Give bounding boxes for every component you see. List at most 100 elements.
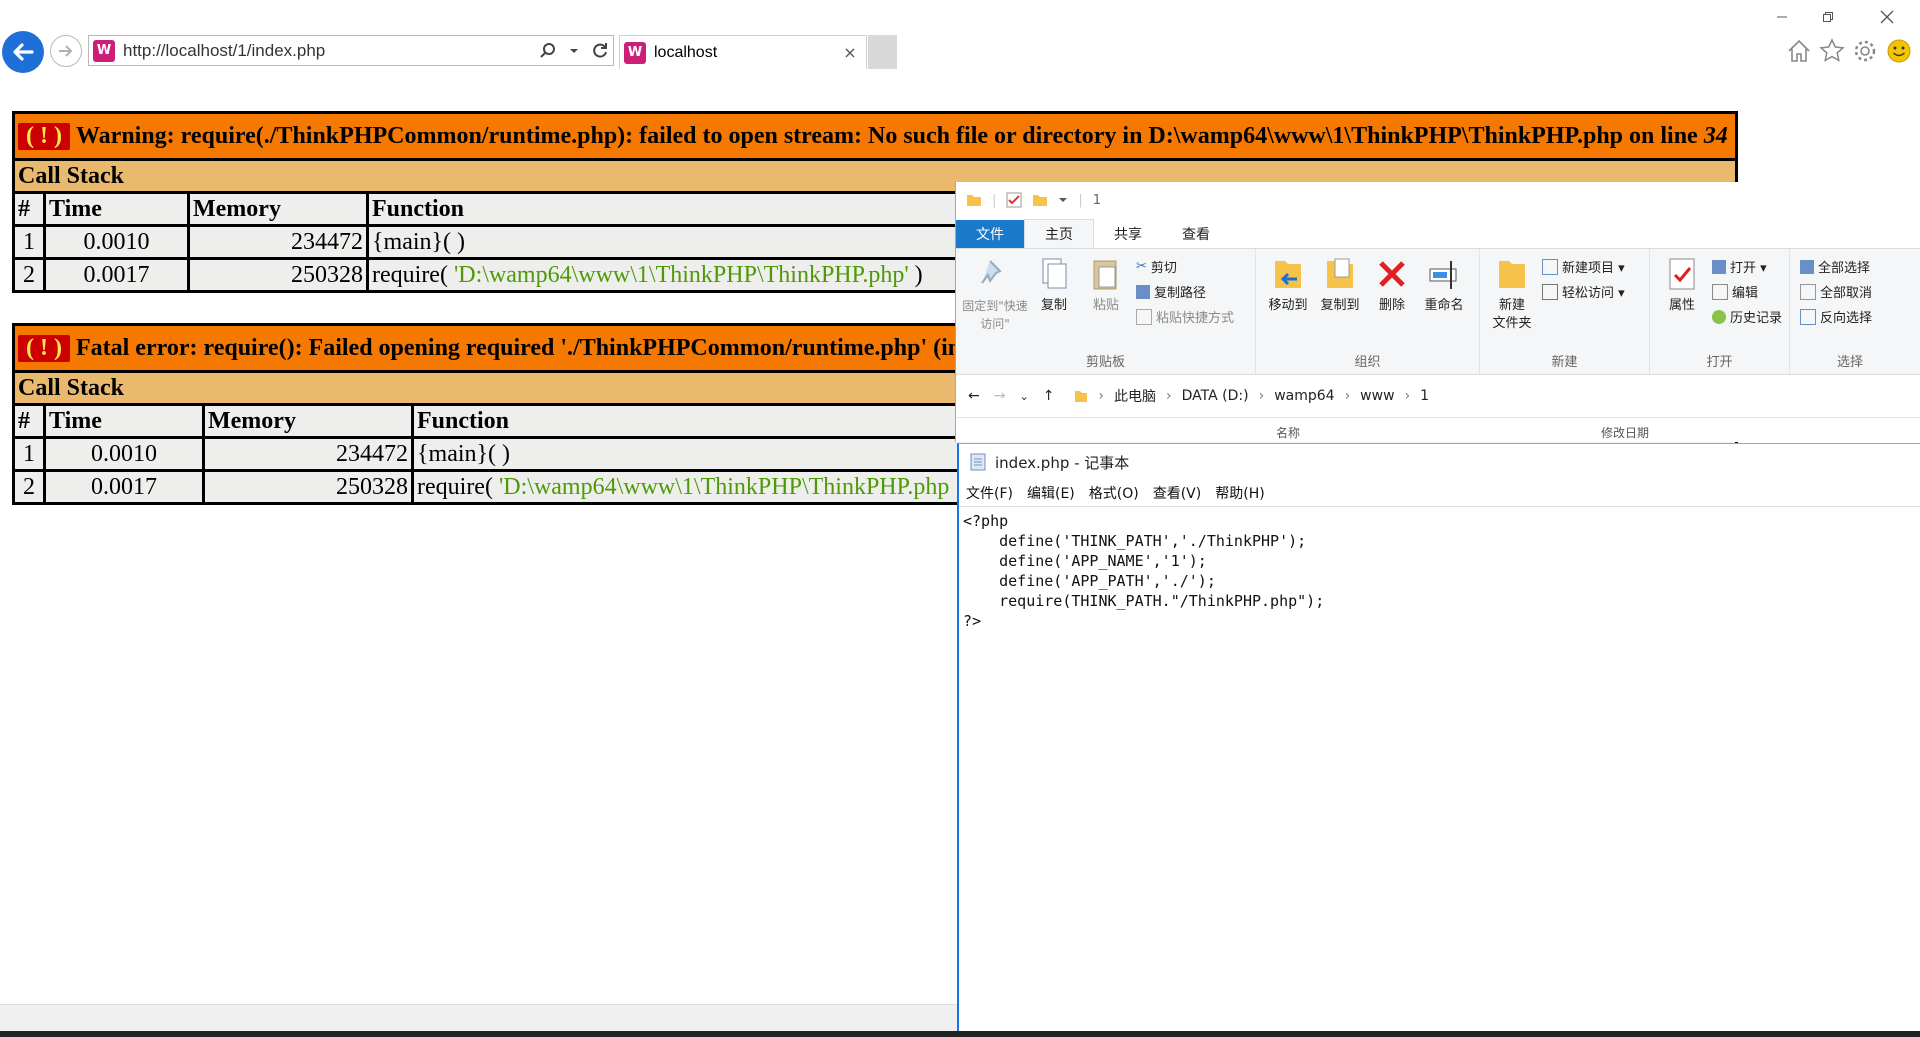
search-icon (540, 42, 555, 58)
paste-icon (1093, 260, 1117, 290)
select-none-button[interactable]: 全部取消 (1800, 282, 1872, 301)
easy-access-button[interactable]: 轻松访问 ▾ (1542, 282, 1625, 301)
paste-label: 粘贴 (1092, 298, 1119, 313)
paste-shortcut-icon (1136, 308, 1152, 325)
home-button[interactable] (1784, 36, 1814, 66)
browser-status-strip (0, 1004, 957, 1034)
feedback-button[interactable] (1884, 36, 1914, 66)
menu-help[interactable]: 帮助(H) (1208, 483, 1271, 503)
favorites-button[interactable] (1817, 36, 1847, 66)
cell-number: 2 (12, 257, 46, 293)
menu-view[interactable]: 查看(V) (1146, 483, 1209, 503)
move-to-button[interactable]: 移动到 (1262, 255, 1314, 352)
history-icon (1712, 309, 1726, 324)
up-arrow-icon[interactable]: ↑ (1043, 388, 1055, 404)
edit-label: 编辑 (1732, 286, 1759, 301)
error-bang-icon: ( ! ) (18, 122, 70, 150)
col-modified-header[interactable]: 修改日期 (1601, 424, 1649, 441)
menu-file[interactable]: 文件(F) (959, 483, 1020, 503)
notepad-text-area[interactable]: <?php define('THINK_PATH','./ThinkPHP');… (959, 507, 1920, 635)
breadcrumb-www[interactable]: www (1360, 388, 1394, 404)
copy-to-icon (1327, 258, 1353, 288)
open-group-title: 打开 (1706, 355, 1733, 370)
col-memory: Memory (187, 191, 369, 227)
cut-label: 剪切 (1150, 261, 1177, 276)
copy-button[interactable]: 复制 (1028, 255, 1080, 352)
tab-file[interactable]: 文件 (956, 220, 1024, 248)
search-dropdown[interactable] (561, 38, 587, 64)
forward-arrow-icon[interactable]: → (994, 388, 1006, 404)
new-tab-button[interactable] (868, 35, 897, 69)
invert-selection-button[interactable]: 反向选择 (1800, 307, 1872, 326)
close-window-button[interactable] (1865, 6, 1909, 28)
restore-icon (1823, 12, 1833, 22)
open-button[interactable]: 打开 ▾ (1712, 257, 1782, 276)
rename-button[interactable]: 重命名 (1418, 255, 1470, 352)
new-folder-icon[interactable] (1032, 193, 1048, 207)
copy-to-label: 复制到 (1320, 298, 1360, 313)
warning-message-row: ( ! ) Warning: require(./ThinkPHPCommon/r… (12, 111, 1738, 161)
back-arrow-icon[interactable]: ← (968, 388, 980, 404)
tab-close-button[interactable]: × (840, 43, 860, 62)
new-folder-button[interactable]: 新建 文件夹 (1486, 255, 1538, 352)
pin-quick-access-button[interactable]: 固定到"快速访问" (962, 255, 1028, 352)
copy-to-button[interactable]: 复制到 (1314, 255, 1366, 352)
explorer-address-bar: ← → ⌄ ↑ › 此电脑 › DATA (D:) › wamp64 › www… (956, 375, 1920, 417)
properties-check-icon[interactable] (1006, 192, 1022, 208)
window-title: 1 (1092, 192, 1102, 208)
col-name-header[interactable]: 名称 (1276, 424, 1300, 441)
menu-edit[interactable]: 编辑(E) (1020, 483, 1082, 503)
chevron-down-icon[interactable]: ⌄ (1019, 390, 1028, 403)
breadcrumb[interactable]: › 此电脑 › DATA (D:) › wamp64 › www › 1 (1074, 386, 1429, 406)
restore-button[interactable] (1806, 6, 1850, 28)
new-item-label: 新建项目 ▾ (1562, 261, 1625, 276)
rename-icon (1429, 261, 1457, 289)
cell-memory: 250328 (202, 469, 414, 505)
folder-icon (967, 195, 981, 206)
breadcrumb-this-pc[interactable]: 此电脑 (1114, 386, 1156, 406)
chevron-down-icon[interactable] (1058, 195, 1068, 205)
address-bar[interactable]: W http://localhost/1/index.php (88, 35, 614, 66)
select-all-button[interactable]: 全部选择 (1800, 257, 1872, 276)
scissors-icon: ✂ (1136, 259, 1147, 274)
select-group: 全部选择 全部取消 反向选择 选择 (1790, 249, 1910, 374)
breadcrumb-wamp64[interactable]: wamp64 (1274, 388, 1334, 404)
browser-tab[interactable]: W localhost × (619, 35, 867, 69)
tab-share[interactable]: 共享 (1094, 220, 1162, 248)
tab-home[interactable]: 主页 (1024, 219, 1094, 248)
address-url[interactable]: http://localhost/1/index.php (123, 41, 535, 61)
favorites-star-icon (1819, 38, 1845, 62)
settings-button[interactable] (1850, 36, 1880, 66)
copy-path-label: 复制路径 (1154, 286, 1207, 301)
search-button[interactable] (535, 38, 561, 64)
back-button[interactable] (2, 31, 44, 73)
history-label: 历史记录 (1730, 311, 1783, 326)
paste-shortcut-button[interactable]: 粘贴快捷方式 (1136, 307, 1234, 326)
menu-format[interactable]: 格式(O) (1082, 483, 1146, 503)
breadcrumb-drive[interactable]: DATA (D:) (1182, 388, 1249, 404)
edit-button[interactable]: 编辑 (1712, 282, 1782, 301)
settings-gear-icon (1854, 40, 1876, 62)
cut-button[interactable]: ✂ 剪切 (1136, 257, 1234, 276)
tab-view[interactable]: 查看 (1162, 220, 1230, 248)
function-name: require( (372, 261, 454, 288)
properties-button[interactable]: 属性 (1656, 255, 1708, 352)
new-item-button[interactable]: 新建项目 ▾ (1542, 257, 1625, 276)
history-button[interactable]: 历史记录 (1712, 307, 1782, 326)
delete-button[interactable]: 删除 (1366, 255, 1418, 352)
refresh-button[interactable] (587, 38, 613, 64)
paste-button[interactable]: 粘贴 (1080, 255, 1132, 352)
chevron-down-icon (570, 48, 578, 53)
breadcrumb-folder-1[interactable]: 1 (1420, 388, 1429, 404)
open-icon (1712, 259, 1726, 274)
forward-button[interactable] (50, 35, 82, 67)
cell-time: 0.0010 (43, 224, 190, 260)
function-argument: 'D:\wamp64\www\1\ThinkPHP\ThinkPHP.php' (453, 261, 909, 288)
refresh-icon (593, 42, 607, 58)
pin-icon (981, 260, 1002, 284)
open-group: 属性 打开 ▾ 编辑 历史记录 打开 (1650, 249, 1790, 374)
select-group-title: 选择 (1836, 355, 1863, 370)
minimize-button[interactable] (1760, 6, 1804, 28)
fatal-message: Fatal error: require(): Failed opening r… (75, 334, 962, 361)
copy-path-button[interactable]: 复制路径 (1136, 282, 1234, 301)
